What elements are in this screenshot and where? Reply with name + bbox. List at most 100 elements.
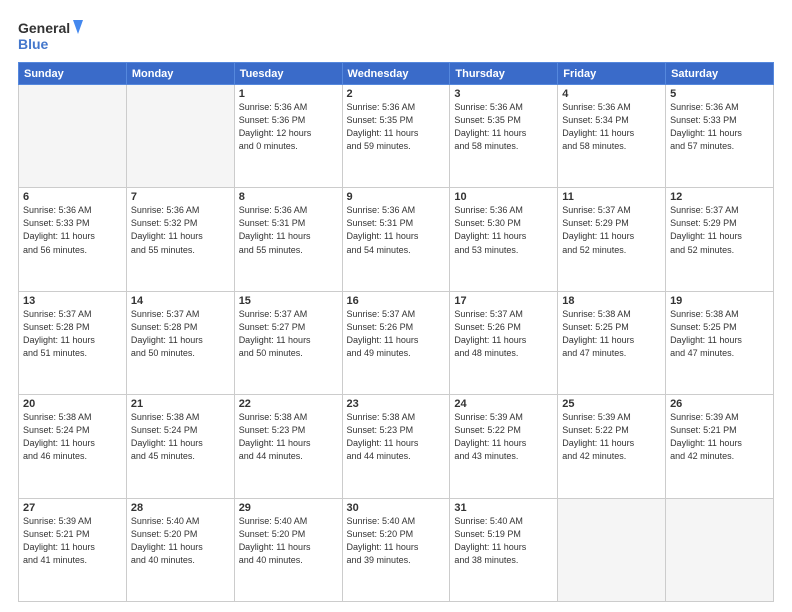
day-number: 14	[131, 295, 230, 307]
calendar-cell: 12Sunrise: 5:37 AM Sunset: 5:29 PM Dayli…	[666, 188, 774, 291]
calendar-cell: 27Sunrise: 5:39 AM Sunset: 5:21 PM Dayli…	[19, 498, 127, 601]
calendar-cell: 1Sunrise: 5:36 AM Sunset: 5:36 PM Daylig…	[234, 85, 342, 188]
calendar-cell: 31Sunrise: 5:40 AM Sunset: 5:19 PM Dayli…	[450, 498, 558, 601]
day-number: 21	[131, 398, 230, 410]
calendar-cell: 23Sunrise: 5:38 AM Sunset: 5:23 PM Dayli…	[342, 395, 450, 498]
weekday-header-row: SundayMondayTuesdayWednesdayThursdayFrid…	[19, 63, 774, 85]
day-info: Sunrise: 5:37 AM Sunset: 5:27 PM Dayligh…	[239, 308, 338, 360]
weekday-header-wednesday: Wednesday	[342, 63, 450, 85]
calendar-cell: 4Sunrise: 5:36 AM Sunset: 5:34 PM Daylig…	[558, 85, 666, 188]
day-info: Sunrise: 5:40 AM Sunset: 5:20 PM Dayligh…	[347, 515, 446, 567]
calendar-table: SundayMondayTuesdayWednesdayThursdayFrid…	[18, 62, 774, 602]
calendar-cell: 11Sunrise: 5:37 AM Sunset: 5:29 PM Dayli…	[558, 188, 666, 291]
day-number: 7	[131, 191, 230, 203]
day-number: 11	[562, 191, 661, 203]
calendar-cell: 29Sunrise: 5:40 AM Sunset: 5:20 PM Dayli…	[234, 498, 342, 601]
day-number: 2	[347, 88, 446, 100]
weekday-header-monday: Monday	[126, 63, 234, 85]
day-info: Sunrise: 5:38 AM Sunset: 5:24 PM Dayligh…	[23, 411, 122, 463]
day-number: 28	[131, 502, 230, 514]
day-number: 29	[239, 502, 338, 514]
day-number: 4	[562, 88, 661, 100]
day-info: Sunrise: 5:38 AM Sunset: 5:25 PM Dayligh…	[670, 308, 769, 360]
weekday-header-thursday: Thursday	[450, 63, 558, 85]
week-row-2: 13Sunrise: 5:37 AM Sunset: 5:28 PM Dayli…	[19, 291, 774, 394]
calendar-cell: 7Sunrise: 5:36 AM Sunset: 5:32 PM Daylig…	[126, 188, 234, 291]
day-number: 27	[23, 502, 122, 514]
day-info: Sunrise: 5:37 AM Sunset: 5:29 PM Dayligh…	[670, 204, 769, 256]
day-info: Sunrise: 5:38 AM Sunset: 5:24 PM Dayligh…	[131, 411, 230, 463]
calendar-cell: 10Sunrise: 5:36 AM Sunset: 5:30 PM Dayli…	[450, 188, 558, 291]
page: GeneralBlue SundayMondayTuesdayWednesday…	[0, 0, 792, 612]
day-number: 10	[454, 191, 553, 203]
day-info: Sunrise: 5:40 AM Sunset: 5:20 PM Dayligh…	[239, 515, 338, 567]
day-info: Sunrise: 5:39 AM Sunset: 5:21 PM Dayligh…	[23, 515, 122, 567]
day-number: 15	[239, 295, 338, 307]
header: GeneralBlue	[18, 16, 774, 54]
week-row-1: 6Sunrise: 5:36 AM Sunset: 5:33 PM Daylig…	[19, 188, 774, 291]
day-number: 24	[454, 398, 553, 410]
weekday-header-sunday: Sunday	[19, 63, 127, 85]
day-info: Sunrise: 5:37 AM Sunset: 5:28 PM Dayligh…	[131, 308, 230, 360]
day-number: 30	[347, 502, 446, 514]
day-info: Sunrise: 5:36 AM Sunset: 5:32 PM Dayligh…	[131, 204, 230, 256]
weekday-header-friday: Friday	[558, 63, 666, 85]
day-number: 3	[454, 88, 553, 100]
day-number: 17	[454, 295, 553, 307]
day-info: Sunrise: 5:40 AM Sunset: 5:20 PM Dayligh…	[131, 515, 230, 567]
calendar-cell: 21Sunrise: 5:38 AM Sunset: 5:24 PM Dayli…	[126, 395, 234, 498]
calendar-cell: 2Sunrise: 5:36 AM Sunset: 5:35 PM Daylig…	[342, 85, 450, 188]
day-info: Sunrise: 5:37 AM Sunset: 5:26 PM Dayligh…	[347, 308, 446, 360]
day-number: 26	[670, 398, 769, 410]
day-info: Sunrise: 5:37 AM Sunset: 5:28 PM Dayligh…	[23, 308, 122, 360]
weekday-header-saturday: Saturday	[666, 63, 774, 85]
week-row-3: 20Sunrise: 5:38 AM Sunset: 5:24 PM Dayli…	[19, 395, 774, 498]
calendar-cell: 19Sunrise: 5:38 AM Sunset: 5:25 PM Dayli…	[666, 291, 774, 394]
calendar-cell: 26Sunrise: 5:39 AM Sunset: 5:21 PM Dayli…	[666, 395, 774, 498]
calendar-cell: 20Sunrise: 5:38 AM Sunset: 5:24 PM Dayli…	[19, 395, 127, 498]
calendar-cell: 8Sunrise: 5:36 AM Sunset: 5:31 PM Daylig…	[234, 188, 342, 291]
day-info: Sunrise: 5:37 AM Sunset: 5:26 PM Dayligh…	[454, 308, 553, 360]
day-number: 9	[347, 191, 446, 203]
logo: GeneralBlue	[18, 16, 88, 54]
weekday-header-tuesday: Tuesday	[234, 63, 342, 85]
calendar-cell: 15Sunrise: 5:37 AM Sunset: 5:27 PM Dayli…	[234, 291, 342, 394]
day-info: Sunrise: 5:39 AM Sunset: 5:21 PM Dayligh…	[670, 411, 769, 463]
day-info: Sunrise: 5:36 AM Sunset: 5:34 PM Dayligh…	[562, 101, 661, 153]
day-info: Sunrise: 5:36 AM Sunset: 5:31 PM Dayligh…	[347, 204, 446, 256]
day-number: 1	[239, 88, 338, 100]
day-number: 25	[562, 398, 661, 410]
week-row-0: 1Sunrise: 5:36 AM Sunset: 5:36 PM Daylig…	[19, 85, 774, 188]
day-number: 22	[239, 398, 338, 410]
day-number: 19	[670, 295, 769, 307]
calendar-cell	[666, 498, 774, 601]
day-number: 12	[670, 191, 769, 203]
day-info: Sunrise: 5:38 AM Sunset: 5:23 PM Dayligh…	[347, 411, 446, 463]
svg-text:Blue: Blue	[18, 36, 49, 52]
day-info: Sunrise: 5:38 AM Sunset: 5:25 PM Dayligh…	[562, 308, 661, 360]
calendar-cell	[19, 85, 127, 188]
calendar-cell: 14Sunrise: 5:37 AM Sunset: 5:28 PM Dayli…	[126, 291, 234, 394]
calendar-cell: 18Sunrise: 5:38 AM Sunset: 5:25 PM Dayli…	[558, 291, 666, 394]
day-info: Sunrise: 5:36 AM Sunset: 5:36 PM Dayligh…	[239, 101, 338, 153]
calendar-cell: 5Sunrise: 5:36 AM Sunset: 5:33 PM Daylig…	[666, 85, 774, 188]
calendar-cell: 16Sunrise: 5:37 AM Sunset: 5:26 PM Dayli…	[342, 291, 450, 394]
day-info: Sunrise: 5:37 AM Sunset: 5:29 PM Dayligh…	[562, 204, 661, 256]
day-info: Sunrise: 5:36 AM Sunset: 5:33 PM Dayligh…	[23, 204, 122, 256]
day-info: Sunrise: 5:39 AM Sunset: 5:22 PM Dayligh…	[562, 411, 661, 463]
calendar-cell	[126, 85, 234, 188]
calendar-cell: 13Sunrise: 5:37 AM Sunset: 5:28 PM Dayli…	[19, 291, 127, 394]
calendar-cell: 25Sunrise: 5:39 AM Sunset: 5:22 PM Dayli…	[558, 395, 666, 498]
day-number: 31	[454, 502, 553, 514]
calendar-cell	[558, 498, 666, 601]
week-row-4: 27Sunrise: 5:39 AM Sunset: 5:21 PM Dayli…	[19, 498, 774, 601]
calendar-cell: 9Sunrise: 5:36 AM Sunset: 5:31 PM Daylig…	[342, 188, 450, 291]
day-info: Sunrise: 5:39 AM Sunset: 5:22 PM Dayligh…	[454, 411, 553, 463]
calendar-cell: 22Sunrise: 5:38 AM Sunset: 5:23 PM Dayli…	[234, 395, 342, 498]
calendar-cell: 3Sunrise: 5:36 AM Sunset: 5:35 PM Daylig…	[450, 85, 558, 188]
day-number: 6	[23, 191, 122, 203]
day-info: Sunrise: 5:40 AM Sunset: 5:19 PM Dayligh…	[454, 515, 553, 567]
day-info: Sunrise: 5:36 AM Sunset: 5:30 PM Dayligh…	[454, 204, 553, 256]
calendar-cell: 17Sunrise: 5:37 AM Sunset: 5:26 PM Dayli…	[450, 291, 558, 394]
day-number: 18	[562, 295, 661, 307]
